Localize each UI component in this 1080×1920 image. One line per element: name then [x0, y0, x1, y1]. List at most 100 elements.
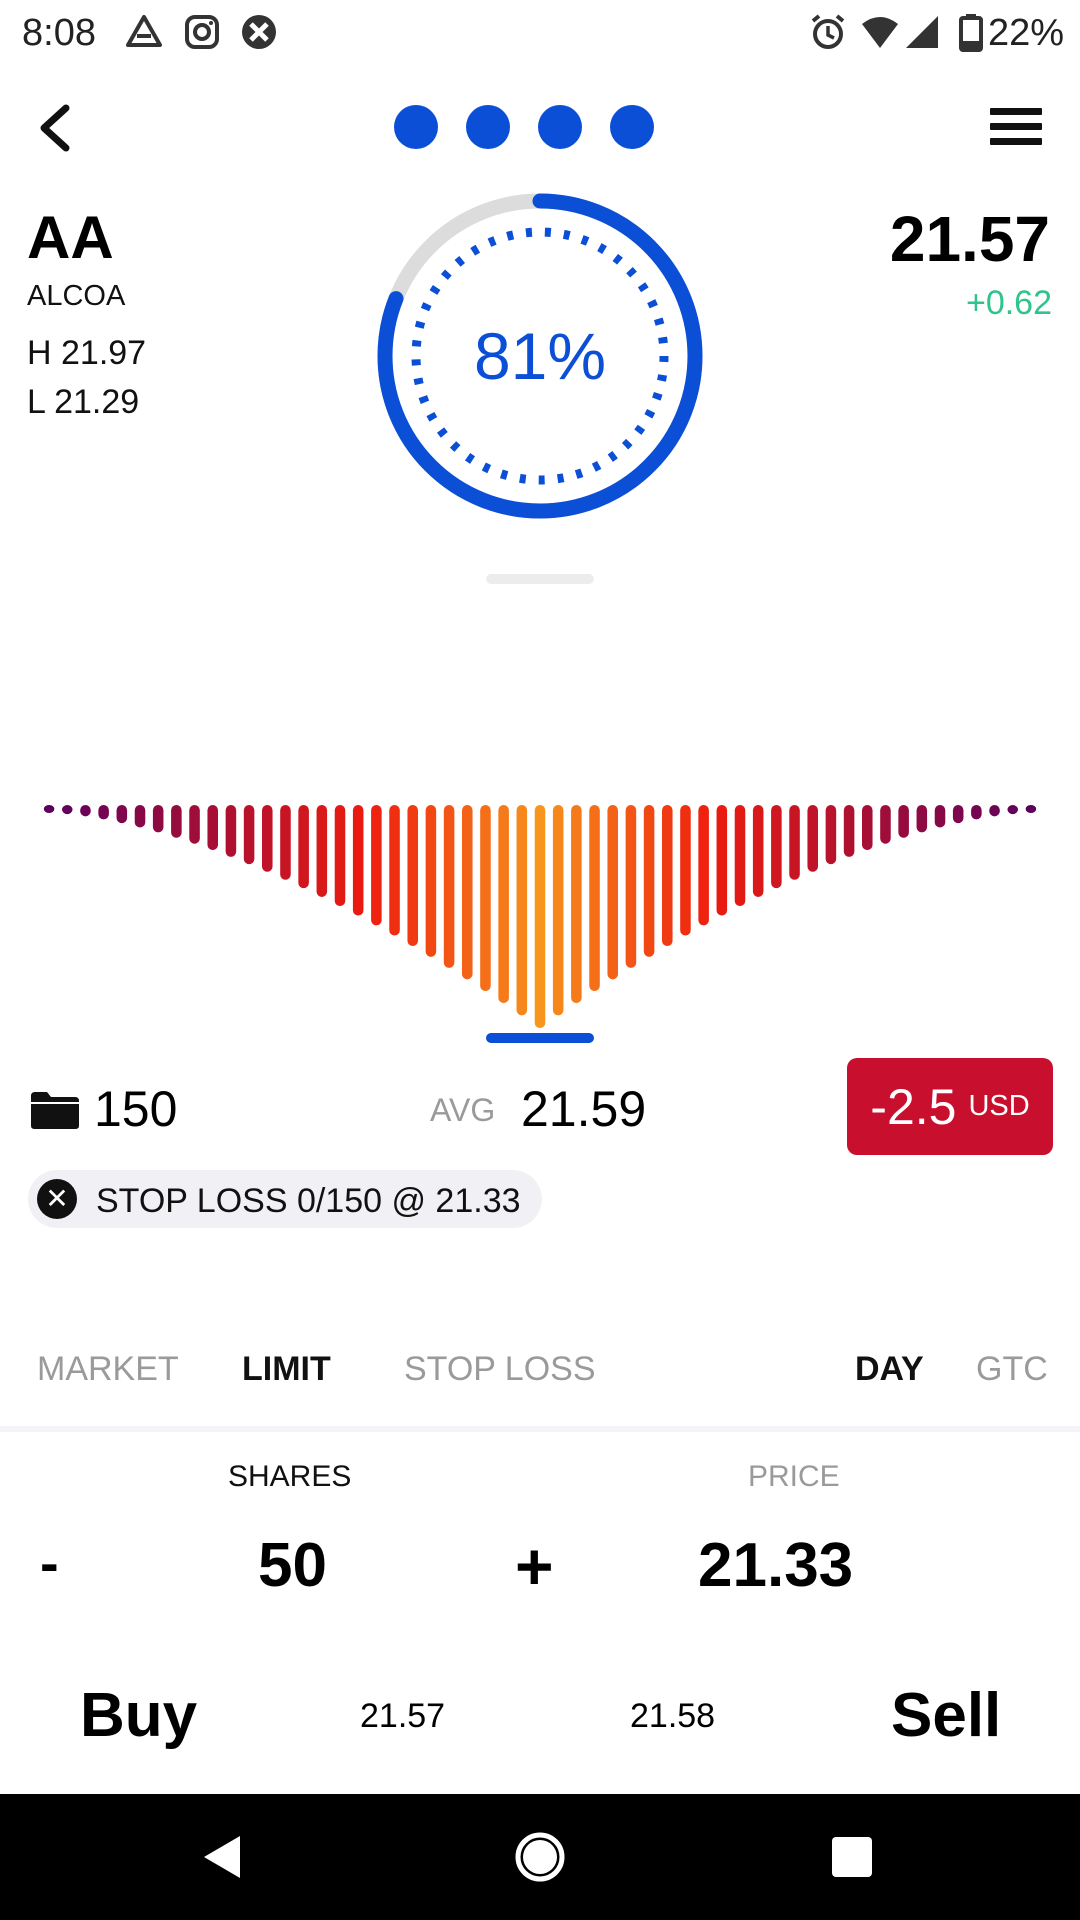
- depth-bar: [443, 805, 455, 968]
- shares-label: SHARES: [228, 1460, 352, 1493]
- avg-label: AVG: [430, 1092, 496, 1128]
- company-name: ALCOA: [27, 280, 126, 312]
- depth-bar: [134, 805, 146, 828]
- day-low: L 21.29: [27, 383, 140, 421]
- depth-bar: [571, 805, 582, 1004]
- depth-bar: [934, 805, 946, 828]
- menu-line: [990, 138, 1042, 145]
- depth-bar: [698, 805, 709, 926]
- pnl-badge[interactable]: -2.5 USD: [847, 1058, 1053, 1155]
- depth-center-marker: [486, 1033, 594, 1043]
- depth-bar: [62, 805, 73, 815]
- depth-bar: [262, 805, 273, 872]
- depth-bar: [607, 805, 618, 980]
- bid-price: 21.57: [360, 1697, 446, 1735]
- depth-bar: [116, 805, 128, 824]
- depth-bar: [971, 805, 982, 820]
- depth-bar: [280, 805, 291, 880]
- depth-bar: [225, 805, 237, 857]
- depth-bar: [516, 805, 528, 1016]
- depth-bar: [43, 805, 55, 813]
- sell-button[interactable]: Sell: [891, 1680, 1001, 1751]
- back-button[interactable]: [30, 100, 80, 156]
- status-time: 8:08: [22, 12, 96, 54]
- depth-bar: [407, 805, 418, 947]
- depth-bar: [880, 805, 891, 844]
- ticker-symbol: AA: [27, 204, 114, 271]
- page-dot[interactable]: [394, 105, 438, 149]
- depth-bar: [1007, 805, 1018, 815]
- signal-icon: [906, 16, 938, 48]
- drive-icon: [126, 15, 162, 47]
- shares-input[interactable]: 50: [258, 1530, 327, 1601]
- depth-bar: [425, 805, 437, 957]
- depth-bar: [152, 805, 164, 833]
- nav-home-icon[interactable]: [507, 1824, 573, 1890]
- depth-bar: [389, 805, 400, 936]
- depth-bar: [625, 805, 637, 968]
- depth-bar: [789, 805, 800, 880]
- price-input[interactable]: 21.33: [698, 1530, 853, 1601]
- depth-bar: [807, 805, 818, 872]
- stop-loss-chip-text: STOP LOSS 0/150 @ 21.33: [96, 1182, 521, 1220]
- pnl-value: -2.5: [870, 1078, 957, 1135]
- depth-bar: [171, 805, 182, 838]
- menu-line: [990, 123, 1042, 130]
- pnl-currency: USD: [968, 1090, 1030, 1122]
- depth-bar: [989, 805, 1000, 817]
- nav-back-icon[interactable]: [190, 1824, 256, 1890]
- depth-bar: [589, 805, 600, 992]
- buy-button[interactable]: Buy: [80, 1680, 197, 1751]
- tabs-divider: [0, 1426, 1080, 1432]
- page-dot[interactable]: [610, 105, 654, 149]
- depth-bar: [80, 805, 91, 817]
- depth-bar: [552, 805, 564, 1016]
- day-high: H 21.97: [27, 334, 147, 372]
- tab-gtc[interactable]: GTC: [976, 1350, 1048, 1389]
- tab-stop-loss[interactable]: STOP LOSS: [404, 1350, 596, 1389]
- alarm-icon: [811, 14, 845, 49]
- depth-bar: [898, 805, 909, 838]
- depth-bar: [862, 805, 873, 851]
- avg-price: 21.59: [521, 1081, 647, 1137]
- depth-bar: [334, 805, 346, 907]
- depth-bar: [534, 805, 546, 1028]
- depth-bar: [643, 805, 655, 957]
- battery-percent: 22%: [988, 12, 1065, 54]
- depth-bar: [207, 805, 218, 851]
- folder-icon: [31, 1092, 79, 1129]
- depth-bar: [752, 805, 764, 897]
- page-dot[interactable]: [538, 105, 582, 149]
- nav-recents-icon[interactable]: [819, 1824, 885, 1890]
- instagram-icon: [185, 15, 219, 49]
- position-quantity: 150: [94, 1081, 178, 1137]
- depth-bar: [952, 805, 964, 824]
- depth-bar: [316, 805, 328, 897]
- depth-bar: [1025, 805, 1037, 813]
- depth-bar: [298, 805, 309, 889]
- depth-bar: [371, 805, 382, 926]
- page-dot[interactable]: [466, 105, 510, 149]
- current-price: 21.57: [889, 203, 1050, 275]
- wifi-icon: [862, 17, 898, 48]
- drag-handle[interactable]: [486, 574, 594, 584]
- battery-icon: [959, 14, 983, 52]
- tab-day[interactable]: DAY: [855, 1350, 924, 1389]
- menu-line: [990, 108, 1042, 115]
- price-change: +0.62: [965, 284, 1052, 322]
- stop-loss-chip[interactable]: ✕ STOP LOSS 0/150 @ 21.33: [28, 1170, 542, 1228]
- depth-bar: [189, 805, 200, 844]
- depth-bar: [680, 805, 691, 936]
- gauge-percent: 81%: [473, 319, 607, 393]
- decrease-shares-button[interactable]: -: [40, 1530, 59, 1595]
- menu-button[interactable]: [990, 108, 1042, 148]
- depth-bar: [98, 805, 109, 820]
- close-icon[interactable]: ✕: [37, 1179, 77, 1219]
- increase-shares-button[interactable]: +: [515, 1528, 554, 1604]
- depth-bar: [462, 805, 473, 980]
- tab-market[interactable]: MARKET: [37, 1350, 179, 1389]
- depth-bar: [825, 805, 837, 865]
- depth-bar: [662, 805, 673, 947]
- tab-limit[interactable]: LIMIT: [242, 1350, 331, 1389]
- depth-bar: [916, 805, 928, 833]
